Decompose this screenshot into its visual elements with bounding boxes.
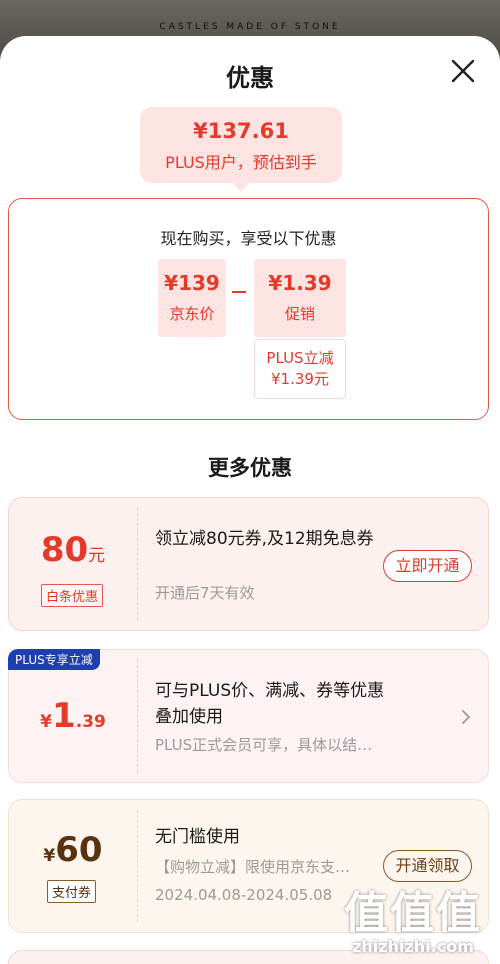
offers-bottom-sheet: 优惠 ¥137.61 PLUS用户，预估到手 现在购买，享受以下优惠 ¥139 … — [0, 36, 500, 964]
close-icon[interactable] — [450, 58, 476, 84]
base-price-box: ¥139 京东价 — [158, 259, 226, 337]
promo-detail-box: PLUS立减 ¥1.39元 — [254, 339, 346, 399]
coupon-description: 可与PLUS价、满减、券等优惠叠加使用 — [155, 681, 385, 727]
coupon-amount-value: 1 — [52, 696, 76, 736]
coupon-currency: ¥ — [40, 712, 53, 732]
coupon-validity: 开通后7天有效 — [155, 584, 255, 602]
estimated-price-caption: PLUS用户，预估到手 — [165, 153, 317, 172]
base-price-label: 京东价 — [169, 305, 215, 323]
coupon-divider — [137, 660, 138, 772]
sheet-title: 优惠 — [226, 64, 274, 92]
promo-detail-name: PLUS立减 — [266, 349, 334, 367]
coupon-type-tag: 白条优惠 — [41, 584, 104, 607]
coupon-amount-value: 60 — [55, 830, 103, 870]
coupon-description: 无门槛使用 — [155, 827, 240, 847]
coupon-amount-value: 80 — [40, 530, 89, 570]
activate-now-button[interactable]: 立即开通 — [383, 550, 472, 582]
coupon-terms: PLUS正式会员可享，具体以结… — [155, 736, 373, 754]
estimated-price-bubble: ¥137.61 PLUS用户，预估到手 — [140, 107, 342, 192]
coupon-divider — [137, 508, 138, 620]
more-offers-title: 更多优惠 — [208, 456, 292, 480]
breakdown-heading: 现在购买，享受以下优惠 — [160, 229, 337, 248]
estimated-price: ¥137.61 — [193, 119, 289, 143]
coupon-validity: 2024.04.08-2024.05.08 — [155, 886, 333, 904]
base-price-value: ¥139 — [164, 271, 220, 295]
plus-exclusive-badge: PLUS专享立减 — [8, 649, 100, 670]
coupon-terms: 【购物立减】限使用京东支… — [155, 858, 351, 876]
coupon-card-plus-discount[interactable]: PLUS专享立减 ¥1.39 可与PLUS价、满减、券等优惠叠加使用 PLUS正… — [8, 649, 489, 783]
coupon-amount: ¥60 — [9, 830, 137, 870]
coupon-amount-decimals: .39 — [75, 712, 106, 732]
site-watermark: 值值值 zhizhizhi.com — [338, 877, 488, 956]
coupon-description: 领立减80元券,及12期免息券 — [155, 529, 374, 549]
coupon-amount: 80元 — [9, 530, 137, 570]
price-breakdown-panel: 现在购买，享受以下优惠 ¥139 京东价 ¥1.39 促销 PLUS立减 ¥1.… — [8, 198, 489, 420]
coupon-amount: ¥1.39 — [9, 696, 137, 736]
chevron-right-icon[interactable] — [460, 708, 472, 726]
promo-detail-amount: ¥1.39元 — [271, 370, 329, 388]
coupon-type-tag: 支付券 — [47, 880, 97, 903]
minus-sign — [232, 291, 246, 293]
coupon-currency: ¥ — [43, 846, 56, 866]
coupon-amount-unit: 元 — [88, 546, 106, 566]
promo-discount-label: 促销 — [284, 305, 315, 323]
promo-discount-value: ¥1.39 — [268, 271, 332, 295]
promo-discount-box: ¥1.39 促销 — [254, 259, 346, 337]
coupon-card-baitiao[interactable]: 80元 白条优惠 领立减80元券,及12期免息券 开通后7天有效 立即开通 — [8, 497, 489, 631]
bubble-pointer — [232, 182, 250, 192]
coupon-divider — [137, 810, 138, 922]
watermark-logo: 值值值 — [344, 888, 482, 939]
